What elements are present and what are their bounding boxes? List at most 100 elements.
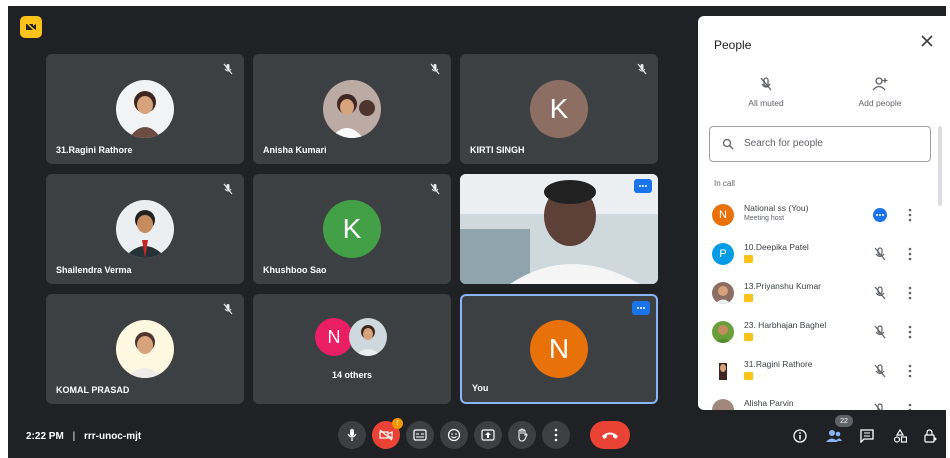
people-button[interactable] <box>826 428 842 444</box>
host-controls-button[interactable] <box>922 428 938 444</box>
mic-off-icon <box>760 77 772 91</box>
participant-name: 13.Priyanshu Kumar <box>744 281 822 291</box>
panel-scrollbar[interactable] <box>938 126 942 206</box>
people-icon <box>826 430 842 442</box>
more-options-button[interactable] <box>542 421 570 449</box>
mute-all-button[interactable]: All muted <box>726 76 806 108</box>
all-muted-label: All muted <box>748 98 784 108</box>
participant-list-item[interactable]: P 10.Deepika Patel <box>698 235 938 273</box>
more-vert-icon[interactable] <box>908 286 912 300</box>
participant-avatar: N <box>315 318 353 356</box>
more-options-icon[interactable] <box>632 301 650 315</box>
participant-tile[interactable]: Shailendra Verma <box>46 174 244 284</box>
add-people-button[interactable]: Add people <box>840 76 920 108</box>
meeting-window: 31.Ragini Rathore Anisha Kumari K KIRTI … <box>8 6 946 458</box>
end-call-icon <box>602 432 618 439</box>
info-icon <box>793 429 807 443</box>
reactions-button[interactable] <box>440 421 468 449</box>
mic-off-icon[interactable] <box>873 247 887 261</box>
more-vert-icon[interactable] <box>908 247 912 261</box>
participant-video-feed <box>460 174 658 284</box>
participant-name: 10.Deepika Patel <box>744 242 809 252</box>
participant-list-item[interactable]: 31.Ragini Rathore <box>698 352 938 390</box>
participant-video-tile[interactable] <box>460 174 658 284</box>
participant-name: 31.Ragini Rathore <box>744 359 813 369</box>
people-count-badge: 22 <box>835 415 853 427</box>
others-tile[interactable]: N 14 others <box>253 294 451 404</box>
participant-list-item[interactable]: Alisha Parvin <box>698 391 938 410</box>
participant-name: 23. Harbhajan Baghel <box>744 320 827 330</box>
more-vert-icon[interactable] <box>908 364 912 378</box>
activities-button[interactable] <box>892 428 908 444</box>
chat-button[interactable] <box>859 428 875 444</box>
mic-off-icon[interactable] <box>873 403 887 410</box>
speaking-indicator-icon <box>873 208 887 222</box>
raise-hand-button[interactable] <box>508 421 536 449</box>
participant-avatar: K <box>323 200 381 258</box>
participant-tile[interactable]: 31.Ragini Rathore <box>46 54 244 164</box>
participant-avatar: P <box>712 243 734 265</box>
participant-role: Meeting host <box>744 215 785 222</box>
search-icon <box>722 138 734 150</box>
mic-off-icon[interactable] <box>873 364 887 378</box>
self-avatar: N <box>530 320 588 378</box>
mic-off-icon <box>430 183 440 195</box>
participant-list-item[interactable]: 23. Harbhajan Baghel <box>698 313 938 351</box>
participant-name: 31.Ragini Rathore <box>56 145 133 155</box>
participant-photo <box>349 318 387 356</box>
self-tile[interactable]: N You <box>460 294 658 404</box>
meeting-details-button[interactable] <box>792 428 808 444</box>
separator: | <box>72 431 76 442</box>
chat-icon <box>860 429 874 443</box>
camera-off-icon <box>379 429 393 441</box>
participant-name: Anisha Kumari <box>263 145 327 155</box>
raise-hand-icon <box>518 428 528 442</box>
present-button[interactable] <box>474 421 502 449</box>
participant-name: KOMAL PRASAD <box>56 385 130 395</box>
more-vert-icon[interactable] <box>908 325 912 339</box>
more-options-icon[interactable] <box>634 179 652 193</box>
mic-off-icon <box>430 63 440 75</box>
participant-name: Alisha Parvin <box>744 398 794 408</box>
add-people-label: Add people <box>858 98 902 108</box>
more-vert-icon[interactable] <box>908 403 912 410</box>
meet-badge-icon <box>744 372 753 380</box>
camera-button[interactable]: ! <box>372 418 403 449</box>
mic-off-icon[interactable] <box>873 286 887 300</box>
close-icon[interactable] <box>920 34 934 48</box>
leave-call-button[interactable] <box>590 421 630 449</box>
meet-badge-icon <box>744 294 753 302</box>
meet-app-icon[interactable] <box>20 16 42 38</box>
participant-photo <box>712 360 734 382</box>
participant-list-item[interactable]: N National ss (You) Meeting host <box>698 196 938 234</box>
meeting-code: rrr-unoc-mjt <box>83 431 142 442</box>
participant-photo <box>712 399 734 410</box>
captions-button[interactable] <box>406 421 434 449</box>
participant-list-item[interactable]: 13.Priyanshu Kumar <box>698 274 938 312</box>
people-panel: People All muted Add people Search for p… <box>698 16 946 410</box>
present-icon <box>481 429 495 441</box>
participant-photo <box>116 80 174 138</box>
participant-tile[interactable]: Anisha Kumari <box>253 54 451 164</box>
participant-avatar: N <box>712 204 734 226</box>
mic-off-icon <box>223 303 233 315</box>
add-person-icon <box>872 77 888 91</box>
participant-tile[interactable]: K KIRTI SINGH <box>460 54 658 164</box>
host-controls-icon <box>924 429 937 443</box>
participant-photo <box>712 282 734 304</box>
captions-icon <box>413 429 427 441</box>
mic-off-icon[interactable] <box>873 325 887 339</box>
self-name: You <box>472 383 489 393</box>
camera-notification-badge: ! <box>392 418 403 429</box>
more-options-icon <box>554 428 558 442</box>
search-people-field[interactable]: Search for people <box>709 126 931 162</box>
search-placeholder: Search for people <box>744 138 823 149</box>
meet-badge-icon <box>744 255 753 263</box>
mic-off-icon <box>223 63 233 75</box>
more-vert-icon[interactable] <box>908 208 912 222</box>
participant-avatar: K <box>530 80 588 138</box>
participant-tile[interactable]: KOMAL PRASAD <box>46 294 244 404</box>
participant-tile[interactable]: K Khushboo Sao <box>253 174 451 284</box>
mic-button[interactable] <box>338 421 366 449</box>
participant-name: Shailendra Verma <box>56 265 132 275</box>
